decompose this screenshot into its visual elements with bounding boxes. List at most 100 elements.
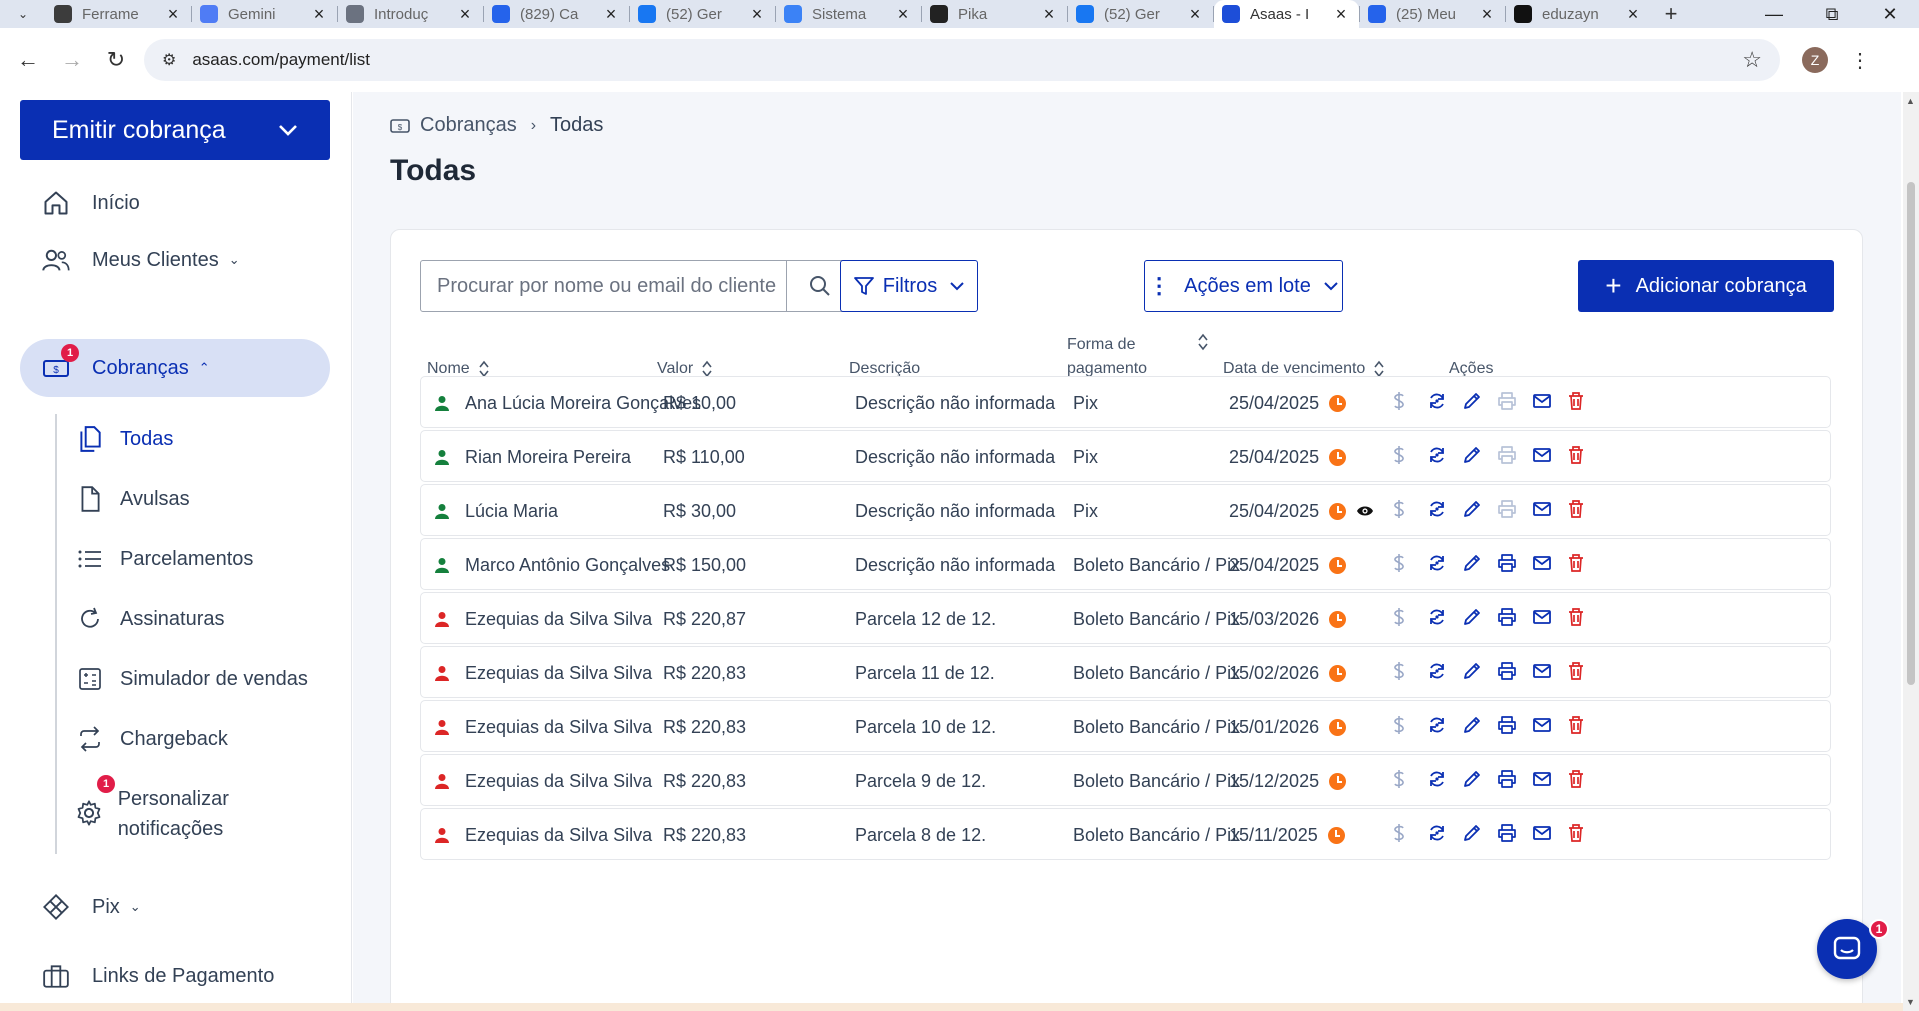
edit-button[interactable] bbox=[1462, 499, 1497, 524]
cell-name[interactable]: Ezequias da Silva Silva bbox=[435, 593, 652, 645]
sidebar-item-inicio[interactable]: Início bbox=[20, 174, 330, 232]
receive-payment-button[interactable] bbox=[1392, 769, 1427, 794]
table-row[interactable]: Lúcia Maria R$ 30,00 Descrição não infor… bbox=[420, 484, 1831, 536]
browser-tab[interactable]: Sistema × bbox=[776, 0, 921, 28]
browser-tab[interactable]: Asaas - I × bbox=[1214, 0, 1359, 28]
site-settings-icon[interactable]: ⚙ bbox=[162, 50, 176, 70]
cell-name[interactable]: Rian Moreira Pereira bbox=[435, 431, 631, 483]
sidebar-subitem-personalizar[interactable]: Personalizar notificações bbox=[74, 784, 324, 844]
cell-name[interactable]: Marco Antônio Gonçalves bbox=[435, 539, 670, 591]
cell-name[interactable]: Lúcia Maria bbox=[435, 485, 558, 537]
filters-button[interactable]: Filtros bbox=[840, 260, 978, 312]
delete-button[interactable] bbox=[1567, 661, 1602, 686]
browser-tab[interactable]: (52) Ger × bbox=[630, 0, 775, 28]
print-button[interactable] bbox=[1497, 769, 1532, 794]
browser-tab[interactable]: (25) Meu × bbox=[1360, 0, 1505, 28]
close-tab-icon[interactable]: × bbox=[1331, 4, 1351, 25]
forward-button[interactable]: → bbox=[50, 38, 94, 82]
email-button[interactable] bbox=[1532, 446, 1567, 469]
customer-name[interactable]: Ezequias da Silva Silva bbox=[465, 663, 652, 684]
receive-payment-button[interactable] bbox=[1392, 661, 1427, 686]
edit-button[interactable] bbox=[1462, 661, 1497, 686]
edit-button[interactable] bbox=[1462, 823, 1497, 848]
reload-button[interactable]: ↻ bbox=[94, 38, 138, 82]
omnibox[interactable]: ⚙ asaas.com/payment/list ☆ bbox=[144, 39, 1780, 81]
sync-button[interactable] bbox=[1427, 391, 1462, 416]
profile-avatar[interactable]: Z bbox=[1802, 47, 1828, 73]
delete-button[interactable] bbox=[1567, 823, 1602, 848]
email-button[interactable] bbox=[1532, 392, 1567, 415]
receive-payment-button[interactable] bbox=[1392, 823, 1427, 848]
page-scrollbar[interactable]: ▲ ▼ bbox=[1903, 92, 1919, 1011]
sidebar-subitem-simulador[interactable]: Simulador de vendas bbox=[74, 664, 344, 694]
emit-charge-button[interactable]: Emitir cobrança bbox=[20, 100, 330, 160]
customer-name[interactable]: Ezequias da Silva Silva bbox=[465, 717, 652, 738]
print-button[interactable] bbox=[1497, 391, 1532, 416]
receive-payment-button[interactable] bbox=[1392, 715, 1427, 740]
new-tab-button[interactable]: + bbox=[1651, 1, 1691, 27]
tab-search-chevron-icon[interactable]: ⌄ bbox=[0, 0, 46, 28]
cell-name[interactable]: Ezequias da Silva Silva bbox=[435, 701, 652, 753]
sync-button[interactable] bbox=[1427, 769, 1462, 794]
sync-button[interactable] bbox=[1427, 553, 1462, 578]
edit-button[interactable] bbox=[1462, 553, 1497, 578]
print-button[interactable] bbox=[1497, 499, 1532, 524]
table-row[interactable]: Ezequias da Silva Silva R$ 220,83 Parcel… bbox=[420, 700, 1831, 752]
sync-button[interactable] bbox=[1427, 823, 1462, 848]
close-tab-icon[interactable]: × bbox=[747, 4, 767, 25]
sidebar-subitem-parcelamentos[interactable]: Parcelamentos bbox=[74, 544, 344, 574]
close-tab-icon[interactable]: × bbox=[1623, 4, 1643, 25]
cell-name[interactable]: Ezequias da Silva Silva bbox=[435, 809, 652, 861]
sidebar-subitem-avulsas[interactable]: Avulsas bbox=[74, 484, 344, 514]
sync-button[interactable] bbox=[1427, 715, 1462, 740]
table-row[interactable]: Rian Moreira Pereira R$ 110,00 Descrição… bbox=[420, 430, 1831, 482]
edit-button[interactable] bbox=[1462, 391, 1497, 416]
browser-tab[interactable]: Gemini × bbox=[192, 0, 337, 28]
sidebar-subitem-chargeback[interactable]: Chargeback bbox=[74, 724, 344, 754]
breadcrumb-root[interactable]: Cobranças bbox=[420, 114, 517, 137]
email-button[interactable] bbox=[1532, 824, 1567, 847]
close-window-icon[interactable]: ✕ bbox=[1861, 0, 1919, 28]
print-button[interactable] bbox=[1497, 661, 1532, 686]
close-tab-icon[interactable]: × bbox=[455, 4, 475, 25]
browser-tab[interactable]: (52) Ger × bbox=[1068, 0, 1213, 28]
browser-tab[interactable]: Introduç × bbox=[338, 0, 483, 28]
sync-button[interactable] bbox=[1427, 661, 1462, 686]
customer-name[interactable]: Ezequias da Silva Silva bbox=[465, 825, 652, 846]
receive-payment-button[interactable] bbox=[1392, 553, 1427, 578]
print-button[interactable] bbox=[1497, 715, 1532, 740]
edit-button[interactable] bbox=[1462, 769, 1497, 794]
delete-button[interactable] bbox=[1567, 553, 1602, 578]
scroll-down-icon[interactable]: ▼ bbox=[1906, 997, 1915, 1007]
close-tab-icon[interactable]: × bbox=[893, 4, 913, 25]
email-button[interactable] bbox=[1532, 608, 1567, 631]
table-row[interactable]: Marco Antônio Gonçalves R$ 150,00 Descri… bbox=[420, 538, 1831, 590]
edit-button[interactable] bbox=[1462, 445, 1497, 470]
column-header-payment-method[interactable]: Forma de pagamento bbox=[1067, 333, 1209, 381]
email-button[interactable] bbox=[1532, 554, 1567, 577]
close-tab-icon[interactable]: × bbox=[601, 4, 621, 25]
bulk-actions-button[interactable]: ⋮ Ações em lote bbox=[1144, 260, 1343, 312]
sync-button[interactable] bbox=[1427, 499, 1462, 524]
edit-button[interactable] bbox=[1462, 715, 1497, 740]
delete-button[interactable] bbox=[1567, 715, 1602, 740]
scrollbar-thumb[interactable] bbox=[1907, 182, 1915, 685]
url-text[interactable]: asaas.com/payment/list bbox=[192, 50, 1742, 70]
receive-payment-button[interactable] bbox=[1392, 391, 1427, 416]
sidebar-subitem-todas[interactable]: Todas bbox=[74, 424, 344, 454]
add-charge-button[interactable]: + Adicionar cobrança bbox=[1578, 260, 1834, 312]
browser-tab[interactable]: (829) Ca × bbox=[484, 0, 629, 28]
customer-name[interactable]: Lúcia Maria bbox=[465, 501, 558, 522]
cell-name[interactable]: Ezequias da Silva Silva bbox=[435, 755, 652, 807]
delete-button[interactable] bbox=[1567, 607, 1602, 632]
minimize-icon[interactable]: — bbox=[1745, 0, 1803, 28]
delete-button[interactable] bbox=[1567, 445, 1602, 470]
sidebar-item-pix[interactable]: Pix ⌄ bbox=[20, 878, 330, 936]
back-button[interactable]: ← bbox=[6, 38, 50, 82]
sidebar-item-clientes[interactable]: Meus Clientes ⌄ bbox=[20, 231, 330, 289]
browser-tab[interactable]: Ferrame × bbox=[46, 0, 191, 28]
close-tab-icon[interactable]: × bbox=[163, 4, 183, 25]
table-row[interactable]: Ezequias da Silva Silva R$ 220,83 Parcel… bbox=[420, 646, 1831, 698]
customer-name[interactable]: Marco Antônio Gonçalves bbox=[465, 555, 670, 576]
close-tab-icon[interactable]: × bbox=[1039, 4, 1059, 25]
